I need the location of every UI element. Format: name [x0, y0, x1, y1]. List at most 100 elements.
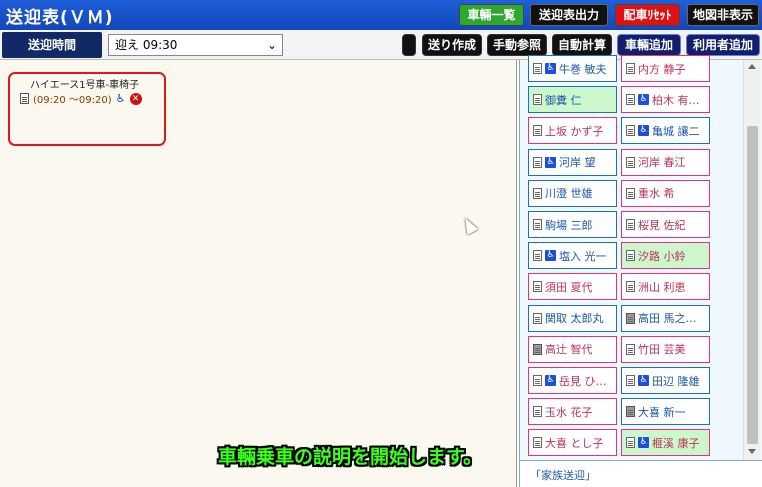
- user-name: 洲山 利恵: [638, 280, 686, 294]
- chevron-down-icon: ⌄: [266, 38, 277, 52]
- vehicle-time-range: (09:20 ～09:20): [33, 95, 112, 106]
- user-name: 牛巻 敏夫: [559, 62, 607, 76]
- user-chip[interactable]: ♿ 柏木 有希…: [621, 86, 710, 114]
- wheelchair-icon: ♿: [545, 375, 556, 386]
- user-chip[interactable]: 高辻 智代: [528, 335, 617, 363]
- wheelchair-icon: ♿: [638, 94, 649, 106]
- user-chip[interactable]: 竹田 芸美: [621, 335, 710, 363]
- user-chip[interactable]: ♿ 榧溪 康子: [621, 429, 710, 457]
- user-name: 重水 希: [638, 187, 675, 201]
- document-icon[interactable]: [533, 187, 542, 199]
- user-chip[interactable]: 桜見 佐紀: [621, 211, 710, 238]
- wheelchair-icon: ♿: [638, 375, 649, 386]
- wheelchair-icon: ♿: [545, 250, 556, 262]
- user-name: 岳見 ひろ…: [559, 374, 616, 388]
- user-chip[interactable]: 汐路 小鈴: [621, 242, 710, 270]
- scroll-up-arrow-icon[interactable]: [748, 64, 756, 69]
- user-name: 河岸 望: [559, 156, 596, 170]
- manual-ref-button[interactable]: 手動参照: [487, 34, 547, 56]
- document-icon[interactable]: [533, 219, 542, 230]
- family-label: 「家族送迎」: [530, 469, 596, 482]
- user-chip[interactable]: 上坂 かず子: [528, 117, 617, 145]
- user-name: 高辻 智代: [545, 343, 593, 357]
- user-chip[interactable]: 須田 夏代: [528, 273, 617, 301]
- vehicle-card[interactable]: ハイエース1号車-車椅子 (09:20 ～09:20) ♿ ✕: [8, 72, 166, 146]
- close-icon[interactable]: ✕: [129, 92, 142, 105]
- user-name: 玉水 花子: [545, 405, 593, 419]
- user-chip[interactable]: 御糞 仁: [528, 86, 617, 114]
- document-icon[interactable]: [533, 156, 542, 168]
- user-chip[interactable]: ♿ 亀城 讓二: [621, 117, 710, 145]
- user-name: 田辺 隆雄: [652, 374, 700, 388]
- vehicle-name: ハイエース1号車-車椅子: [30, 80, 140, 91]
- add-vehicle-button[interactable]: 車輛追加: [617, 34, 681, 56]
- send-create-button[interactable]: 送り作成: [422, 34, 482, 56]
- user-name: 塩入 光一: [559, 249, 607, 263]
- user-name: 須田 夏代: [545, 280, 593, 294]
- hide-map-button[interactable]: 地図非表示: [687, 4, 759, 26]
- user-chip[interactable]: 大喜 とし子: [528, 429, 617, 457]
- user-name: 榧溪 康子: [652, 436, 700, 450]
- scroll-down-arrow-icon[interactable]: [748, 449, 756, 454]
- document-icon[interactable]: [533, 375, 542, 386]
- user-name: 高田 馬之…: [638, 312, 697, 326]
- user-name: 桜見 佐紀: [638, 218, 686, 232]
- document-icon[interactable]: [626, 63, 635, 74]
- user-chip[interactable]: 玉水 花子: [528, 398, 617, 426]
- user-chip[interactable]: 関取 太郎丸: [528, 304, 617, 332]
- user-panel-scrollbar[interactable]: [743, 60, 760, 460]
- user-name: 汐路 小鈴: [638, 249, 686, 263]
- user-chip[interactable]: 河岸 春江: [621, 148, 710, 176]
- reset-button[interactable]: 配車ﾘｾｯﾄ: [615, 4, 680, 26]
- photo-icon[interactable]: [626, 312, 635, 324]
- user-chip[interactable]: ♿ 塩入 光一: [528, 242, 617, 270]
- user-chip[interactable]: ♿ 牛巻 敏夫: [528, 55, 617, 82]
- document-icon[interactable]: [626, 219, 635, 230]
- document-icon[interactable]: [533, 437, 542, 449]
- wheelchair-icon: ♿: [545, 156, 556, 168]
- user-chip[interactable]: ♿ 田辺 隆雄: [621, 367, 710, 394]
- document-icon[interactable]: [626, 281, 635, 293]
- time-select[interactable]: 迎え 09:30 ⌄: [108, 34, 283, 56]
- document-icon[interactable]: [626, 94, 635, 106]
- photo-icon[interactable]: [533, 343, 542, 355]
- document-icon[interactable]: [533, 250, 542, 262]
- document-icon[interactable]: [533, 312, 542, 324]
- document-icon[interactable]: [626, 187, 635, 199]
- wheelchair-icon: ♿: [545, 63, 556, 74]
- document-icon[interactable]: [533, 94, 542, 106]
- user-name: 大喜 新一: [638, 405, 686, 419]
- scroll-thumb[interactable]: [747, 126, 758, 444]
- family-panel: 「家族送迎」: [519, 460, 762, 487]
- document-icon[interactable]: [626, 343, 635, 355]
- user-chip[interactable]: ♿ 岳見 ひろ…: [528, 367, 617, 394]
- document-icon[interactable]: [626, 375, 635, 386]
- blank-button[interactable]: [402, 34, 416, 56]
- user-chip[interactable]: 重水 希: [621, 179, 710, 207]
- vehicle-list-button[interactable]: 車輛一覧: [459, 4, 524, 26]
- document-icon[interactable]: [20, 93, 29, 104]
- document-icon[interactable]: [533, 281, 542, 293]
- document-icon[interactable]: [533, 125, 542, 137]
- user-chip[interactable]: 駒場 三郎: [528, 211, 617, 238]
- document-icon[interactable]: [626, 125, 635, 137]
- user-chip[interactable]: 洲山 利恵: [621, 273, 710, 301]
- wheelchair-icon: ♿: [638, 125, 649, 137]
- add-user-button[interactable]: 利用者追加: [686, 34, 760, 56]
- output-button[interactable]: 送迎表出力: [530, 4, 608, 26]
- photo-icon[interactable]: [626, 406, 635, 418]
- auto-calc-button[interactable]: 自動計算: [552, 34, 612, 56]
- document-icon[interactable]: [626, 250, 635, 262]
- user-name: 川澄 世雄: [545, 187, 593, 201]
- mouse-cursor-icon: [459, 215, 479, 235]
- user-chip[interactable]: ♿ 河岸 望: [528, 148, 617, 176]
- document-icon[interactable]: [533, 406, 542, 418]
- document-icon[interactable]: [533, 63, 542, 74]
- user-chip[interactable]: 川澄 世雄: [528, 179, 617, 207]
- user-chip[interactable]: 内方 静子: [621, 55, 710, 82]
- document-icon[interactable]: [626, 156, 635, 168]
- document-icon[interactable]: [626, 437, 635, 449]
- wheelchair-icon: ♿: [638, 437, 649, 449]
- user-chip[interactable]: 大喜 新一: [621, 398, 710, 426]
- user-chip[interactable]: 高田 馬之…: [621, 304, 710, 332]
